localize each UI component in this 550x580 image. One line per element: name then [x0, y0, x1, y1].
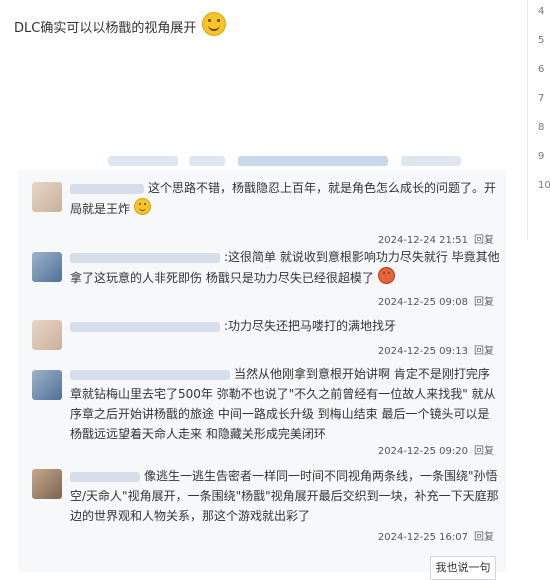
username[interactable] [70, 369, 230, 380]
write-reply-button[interactable]: 我也说一句 [430, 556, 496, 580]
reply-meta: 2024-12-24 21:51 回复 [378, 231, 494, 246]
reply-meta: 2024-12-25 16:07 回复 [378, 528, 494, 543]
reply-text-block: :这很简单 就说收到意根影响功力尽失就行 毕竟其他拿了这玩意的人非死即伤 杨戬只… [70, 247, 500, 288]
reply-time: 2024-12-25 09:13 [377, 346, 468, 357]
avatar[interactable] [32, 469, 62, 499]
blurred-text [108, 155, 178, 166]
avatar[interactable] [32, 370, 62, 400]
reply-text-block: 像逃生一逃生告密者一样同一时间不同视角两条线，一条围绕"孙悟空/天命人"视角展开… [70, 466, 500, 526]
reply-text-block: 这个思路不错，杨戬隐忍上百年，就是角色怎么成长的问题了。开局就是王炸 [70, 178, 500, 219]
main-post: DLC确实可以以杨戬的视角展开 [14, 12, 227, 36]
reply-text: :功力尽失还把马喽打的满地找牙 [224, 319, 397, 333]
reply-text-block: :功力尽失还把马喽打的满地找牙 [70, 316, 500, 336]
floor-number[interactable]: 10 [538, 180, 550, 191]
blurred-text [189, 155, 226, 166]
floor-number[interactable]: 9 [538, 151, 544, 162]
reply-time: 2024-12-25 09:20 [377, 446, 468, 457]
reply-link[interactable]: 回复 [474, 235, 494, 246]
reply-meta: 2024-12-25 09:08 回复 [378, 293, 494, 308]
floor-number[interactable]: 8 [538, 122, 544, 133]
reply-meta: 2024-12-25 09:20 回复 [378, 442, 494, 457]
avatar[interactable] [32, 320, 62, 350]
reply-meta: 2024-12-25 09:13 回复 [378, 342, 494, 357]
blurred-text [238, 155, 389, 166]
username[interactable] [70, 471, 140, 482]
username[interactable] [70, 321, 220, 332]
username[interactable] [70, 252, 220, 263]
blurred-text [401, 155, 462, 166]
floor-number[interactable]: 7 [538, 93, 544, 104]
avatar[interactable] [32, 182, 62, 212]
reply-list: 这个思路不错，杨戬隐忍上百年，就是角色怎么成长的问题了。开局就是王炸 2024-… [18, 170, 506, 580]
smile-emoji-icon [133, 198, 151, 215]
reply-time: 2024-12-25 16:07 [377, 532, 468, 543]
smile-emoji-icon [202, 12, 227, 36]
blurred-header [108, 150, 518, 185]
reply-link[interactable]: 回复 [474, 346, 494, 357]
floor-number[interactable]: 6 [538, 64, 544, 75]
angry-emoji-icon [377, 267, 395, 284]
username[interactable] [70, 183, 144, 194]
reply-link[interactable]: 回复 [474, 297, 494, 308]
reply-text-block: 当然从他刚拿到意根开始讲啊 肯定不是刚打完序章就钻梅山里去宅了500年 弥勒不也… [70, 364, 500, 444]
reply-time: 2024-12-25 09:08 [377, 297, 468, 308]
avatar[interactable] [32, 252, 62, 282]
reply-link[interactable]: 回复 [474, 446, 494, 457]
floor-number-list: 4 5 6 7 8 9 10 [527, 0, 550, 240]
reply-time: 2024-12-24 21:51 [377, 235, 468, 246]
reply-link[interactable]: 回复 [474, 532, 494, 543]
main-post-text: DLC确实可以以杨戬的视角展开 [14, 21, 197, 36]
floor-number[interactable]: 4 [538, 6, 544, 17]
floor-number[interactable]: 5 [538, 35, 544, 46]
